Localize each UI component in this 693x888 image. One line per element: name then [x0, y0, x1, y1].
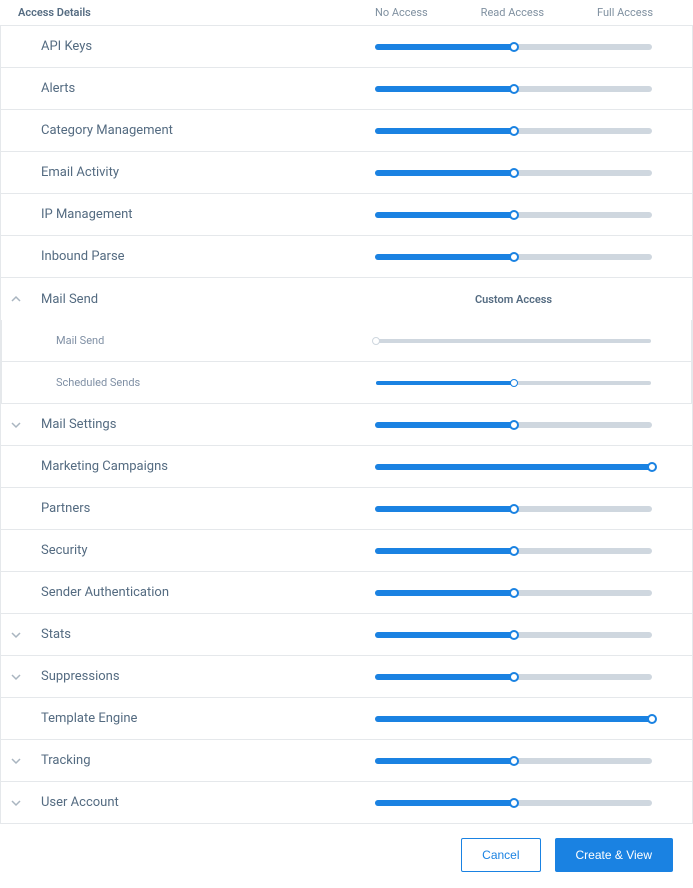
footer-actions: Cancel Create & View [0, 824, 693, 886]
access-slider[interactable] [375, 800, 652, 806]
permission-label: Email Activity [27, 165, 375, 180]
access-slider[interactable] [375, 674, 652, 680]
access-slider[interactable] [375, 548, 652, 554]
access-slider[interactable] [375, 506, 652, 512]
permission-label: Alerts [27, 81, 375, 96]
access-slider[interactable] [375, 590, 652, 596]
access-slider[interactable] [375, 632, 652, 638]
access-slider[interactable] [375, 254, 652, 260]
chevron-down-icon [11, 672, 21, 682]
mail-send-label: Mail Send [27, 292, 375, 307]
permission-label: User Account [27, 795, 375, 810]
access-slider[interactable] [376, 381, 651, 385]
permission-row: Alerts [0, 68, 693, 110]
read-access-label: Read Access [481, 6, 544, 19]
permission-row: Security [0, 530, 693, 572]
access-slider[interactable] [375, 128, 652, 134]
no-access-label: No Access [375, 6, 428, 19]
access-slider[interactable] [375, 170, 652, 176]
permission-row: Partners [0, 488, 693, 530]
access-header: Access Details No Access Read Access Ful… [0, 0, 693, 25]
cancel-button[interactable]: Cancel [461, 838, 540, 872]
permission-label: API Keys [27, 39, 375, 54]
chevron-down-icon [11, 420, 21, 430]
access-slider[interactable] [375, 212, 652, 218]
access-slider[interactable] [375, 44, 652, 50]
permission-label: Template Engine [27, 711, 375, 726]
chevron-down-icon [11, 798, 21, 808]
permission-sub-label: Scheduled Sends [28, 376, 376, 389]
permission-sub-row: Mail Send [1, 320, 692, 362]
permission-row: Mail Settings [0, 404, 693, 446]
permission-row: IP Management [0, 194, 693, 236]
permission-row: User Account [0, 782, 693, 824]
permission-row: Email Activity [0, 152, 693, 194]
access-slider[interactable] [375, 464, 652, 470]
permission-toggle[interactable] [1, 798, 27, 808]
permission-row: Sender Authentication [0, 572, 693, 614]
custom-access-label: Custom Access [375, 293, 692, 306]
permission-label: Mail Settings [27, 417, 375, 432]
permission-row: Inbound Parse [0, 236, 693, 278]
permission-label: Security [27, 543, 375, 558]
permission-toggle[interactable] [1, 672, 27, 682]
permission-label: Sender Authentication [27, 585, 375, 600]
access-slider[interactable] [375, 716, 652, 722]
permission-row: Category Management [0, 110, 693, 152]
access-details-title: Access Details [0, 6, 375, 19]
permission-row: Template Engine [0, 698, 693, 740]
mail-send-toggle[interactable] [1, 294, 27, 304]
access-slider[interactable] [376, 339, 651, 343]
chevron-down-icon [11, 630, 21, 640]
permission-label: IP Management [27, 207, 375, 222]
permission-row: Tracking [0, 740, 693, 782]
permission-sub-label: Mail Send [28, 334, 376, 347]
permission-sub-row: Scheduled Sends [1, 362, 692, 404]
access-slider[interactable] [375, 758, 652, 764]
permission-label: Stats [27, 627, 375, 642]
permission-label: Tracking [27, 753, 375, 768]
full-access-label: Full Access [597, 6, 653, 19]
permission-label: Suppressions [27, 669, 375, 684]
permissions-list-2: Mail Settings Marketing Campaigns Partne… [0, 404, 693, 824]
permission-toggle[interactable] [1, 756, 27, 766]
permission-row: Marketing Campaigns [0, 446, 693, 488]
permissions-list: API Keys Alerts Category Management Emai… [0, 25, 693, 278]
permission-label: Category Management [27, 123, 375, 138]
permission-toggle[interactable] [1, 630, 27, 640]
permission-label: Partners [27, 501, 375, 516]
permission-row: Suppressions [0, 656, 693, 698]
create-view-button[interactable]: Create & View [555, 838, 673, 872]
permission-row: Stats [0, 614, 693, 656]
chevron-down-icon [11, 756, 21, 766]
permission-toggle[interactable] [1, 420, 27, 430]
mail-send-section: Mail Send Custom Access Mail Send Schedu… [0, 278, 693, 404]
access-slider[interactable] [375, 86, 652, 92]
permission-label: Inbound Parse [27, 249, 375, 264]
permission-row: API Keys [0, 26, 693, 68]
access-slider[interactable] [375, 422, 652, 428]
permission-label: Marketing Campaigns [27, 459, 375, 474]
chevron-up-icon [11, 294, 21, 304]
